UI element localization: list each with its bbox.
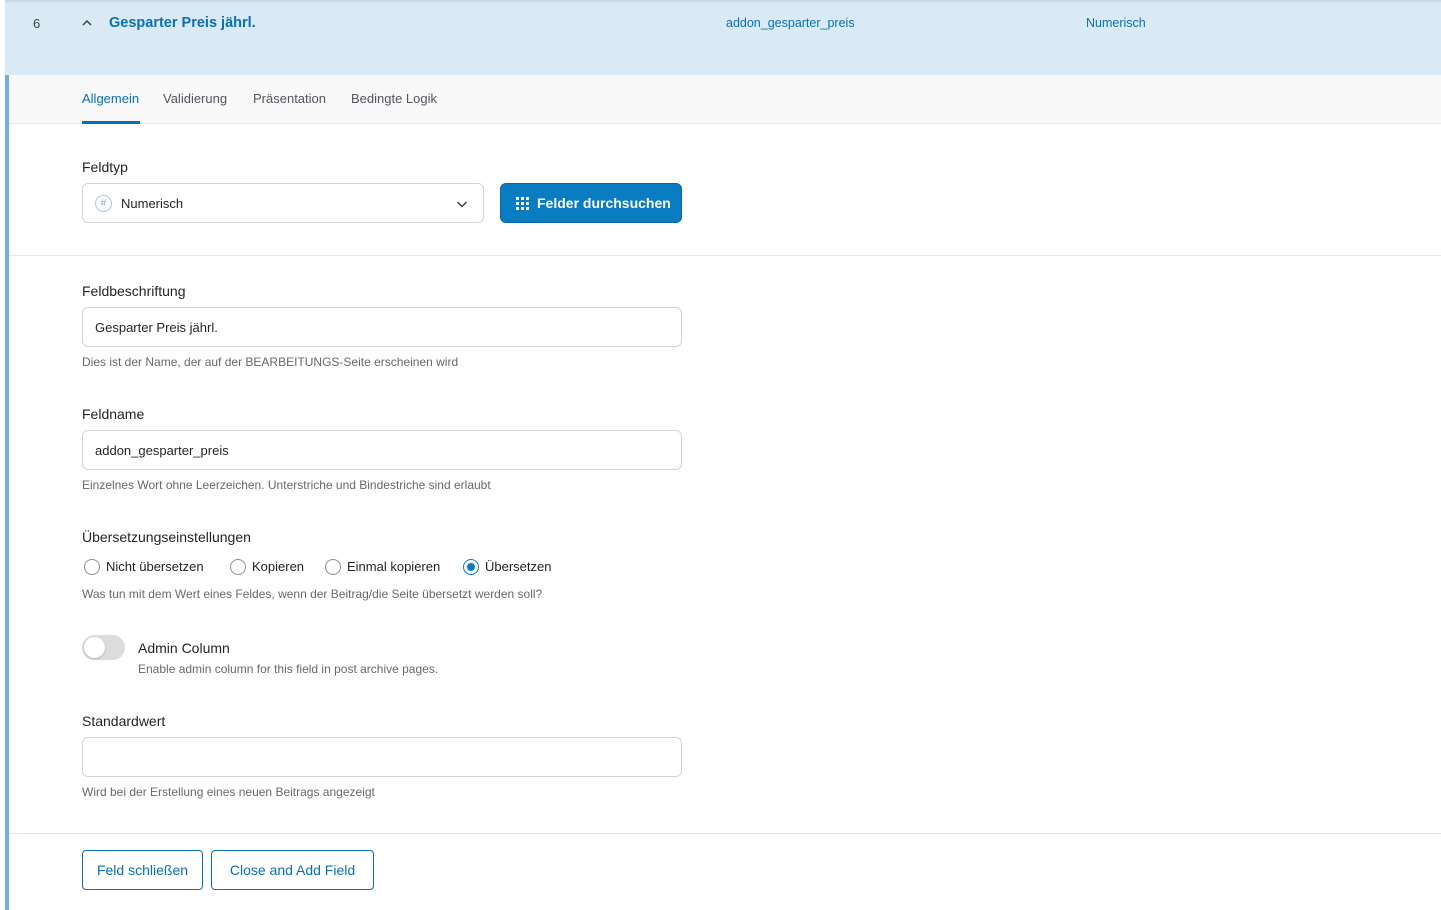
radio-label: Nicht übersetzen: [106, 559, 204, 574]
field-name-help: Einzelnes Wort ohne Leerzeichen. Unterst…: [82, 478, 491, 492]
number-type-icon: #: [95, 195, 112, 212]
grid-icon: [515, 196, 530, 211]
section-divider: [9, 255, 1441, 256]
translation-help: Was tun mit dem Wert eines Feldes, wenn …: [82, 587, 543, 601]
field-name-label: Feldname: [82, 406, 145, 422]
radio-circle[interactable]: [84, 559, 100, 575]
tab-validierung[interactable]: Validierung: [163, 91, 227, 106]
tab-bedingte-logik[interactable]: Bedingte Logik: [351, 91, 437, 106]
default-value-input[interactable]: [82, 737, 682, 777]
field-row-header[interactable]: 6 Gesparter Preis jährl. addon_gesparter…: [5, 0, 1441, 75]
radio-circle[interactable]: [230, 559, 246, 575]
field-type-selected: Numerisch: [121, 196, 184, 211]
default-value-label: Standardwert: [82, 713, 166, 729]
toggle-knob: [84, 637, 105, 658]
field-type-select[interactable]: # Numerisch: [82, 183, 484, 223]
radio-circle-checked[interactable]: [463, 559, 479, 575]
radio-label: Einmal kopieren: [347, 559, 441, 574]
radio-label: Kopieren: [252, 559, 305, 574]
admin-column-title: Admin Column: [138, 640, 230, 656]
field-row-name[interactable]: addon_gesparter_preis: [726, 16, 855, 30]
close-field-button[interactable]: Feld schließen: [82, 850, 203, 890]
admin-column-help: Enable admin column for this field in po…: [138, 662, 439, 676]
admin-column-toggle[interactable]: [82, 635, 125, 660]
field-label-help: Dies ist der Name, der auf der BEARBEITU…: [82, 355, 459, 369]
settings-tabs: Allgemein Validierung Präsentation Bedin…: [9, 75, 1441, 124]
close-and-add-field-button[interactable]: Close and Add Field: [211, 850, 374, 890]
field-settings-panel: Allgemein Validierung Präsentation Bedin…: [5, 75, 1441, 910]
translation-settings-label: Übersetzungseinstellungen: [82, 529, 251, 545]
field-label-label: Feldbeschriftung: [82, 283, 186, 299]
default-value-help: Wird bei der Erstellung eines neuen Beit…: [82, 785, 375, 799]
browse-fields-button[interactable]: Felder durchsuchen: [500, 183, 682, 223]
field-type-label: Feldtyp: [82, 159, 128, 175]
active-tab-indicator: [82, 121, 140, 124]
radio-label: Übersetzen: [485, 559, 552, 574]
field-row-type[interactable]: Numerisch: [1086, 16, 1146, 30]
browse-fields-label: Felder durchsuchen: [537, 195, 671, 211]
field-name-input[interactable]: [82, 430, 682, 470]
tab-allgemein[interactable]: Allgemein: [82, 91, 139, 106]
radio-circle[interactable]: [325, 559, 341, 575]
field-label-input[interactable]: [82, 307, 682, 347]
footer-divider: [9, 833, 1441, 834]
field-order-number: 6: [33, 16, 41, 31]
chevron-up-icon[interactable]: [79, 15, 95, 31]
chevron-down-icon: [454, 196, 470, 212]
tab-praesentation[interactable]: Präsentation: [253, 91, 326, 106]
field-row-title[interactable]: Gesparter Preis jährl.: [109, 15, 256, 31]
